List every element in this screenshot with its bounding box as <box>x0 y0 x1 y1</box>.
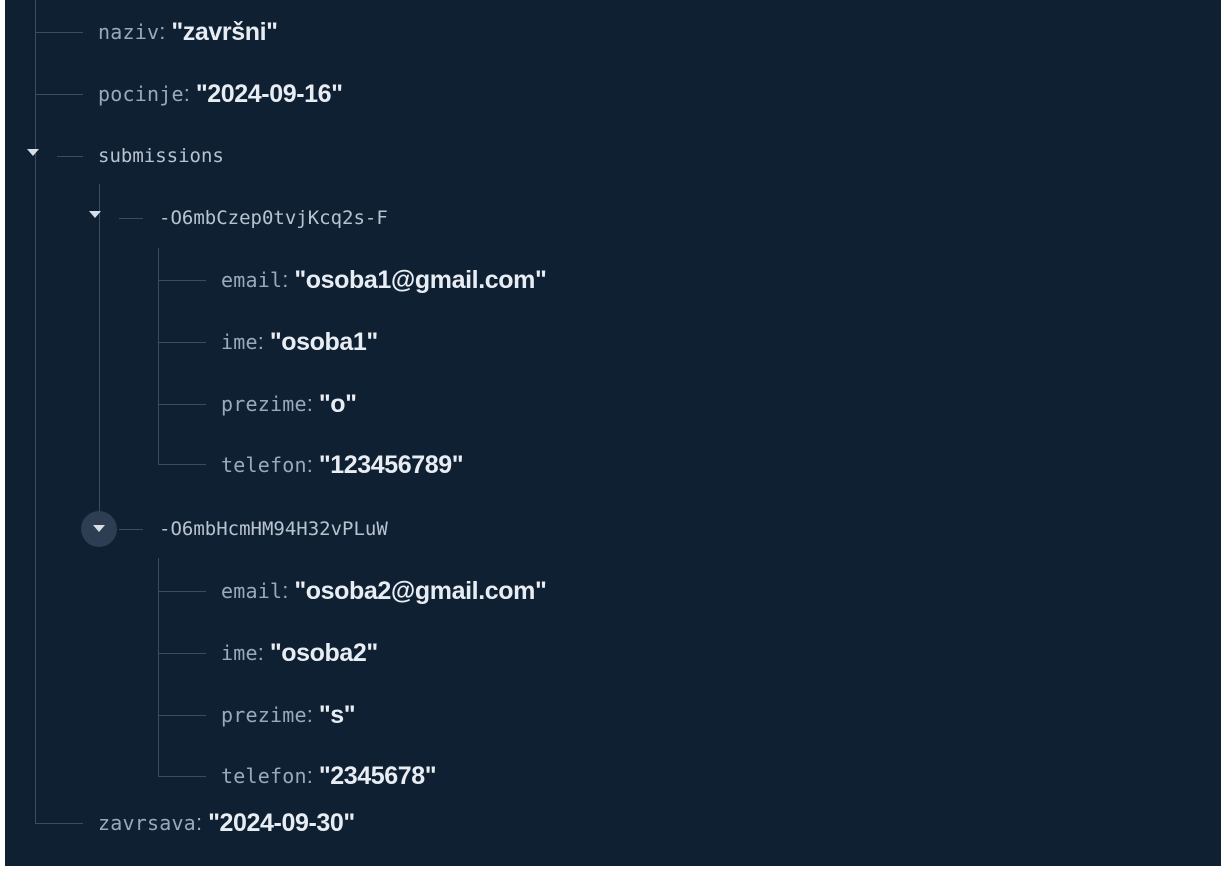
field-key: email <box>221 268 283 292</box>
caret-down-icon <box>93 525 105 532</box>
field-value[interactable]: "osoba2" <box>270 639 378 668</box>
field-key: pocinje <box>98 82 184 106</box>
database-tree-panel: naziv: "završni" pocinje: "2024-09-16" sub… <box>5 0 1221 866</box>
field-value[interactable]: "2024-09-16" <box>196 80 343 109</box>
tree-line-pocinje <box>35 94 83 95</box>
field-value[interactable]: "2345678" <box>319 762 437 791</box>
field-value[interactable]: "2024-09-30" <box>208 809 355 838</box>
field-key: ime <box>221 330 258 354</box>
field-row-telefon[interactable]: telefon: "123456789" <box>221 445 464 485</box>
field-row-email[interactable]: email: "osoba2@gmail.com" <box>221 571 547 611</box>
node-row-submissions[interactable]: submissions <box>98 136 224 176</box>
node-row-submission[interactable]: -O6mbCzep0tvjKcq2s-F <box>159 198 388 238</box>
tree-line-item1-ime <box>158 342 206 343</box>
field-key: telefon <box>221 764 307 788</box>
field-value[interactable]: "osoba1" <box>270 328 378 357</box>
field-row-prezime[interactable]: prezime: "o" <box>221 384 357 424</box>
submissions-expand-toggle[interactable] <box>15 135 51 171</box>
field-row-pocinje[interactable]: pocinje: "2024-09-16" <box>98 74 343 114</box>
tree-line-item1 <box>119 218 143 219</box>
tree-line-item1-prezime <box>158 404 206 405</box>
field-key: ime <box>221 641 258 665</box>
field-key: zavrsava <box>98 811 196 835</box>
node-row-submission[interactable]: -O6mbHcmHM94H32vPLuW <box>159 509 388 549</box>
field-row-telefon[interactable]: telefon: "2345678" <box>221 756 437 796</box>
tree-line-zavrsava <box>35 823 83 824</box>
field-value[interactable]: "osoba2@gmail.com" <box>294 577 546 606</box>
tree-line-item1-email <box>158 280 206 281</box>
caret-down-icon <box>89 211 101 218</box>
item2-expand-toggle[interactable] <box>81 511 117 547</box>
item1-expand-toggle[interactable] <box>77 197 113 233</box>
caret-down-icon <box>27 149 39 156</box>
field-key: email <box>221 579 283 603</box>
field-row-email[interactable]: email: "osoba1@gmail.com" <box>221 260 547 300</box>
tree-line-root <box>35 0 36 823</box>
field-row-naziv[interactable]: naziv: "završni" <box>98 12 278 52</box>
tree-line-item2-telefon <box>158 776 206 777</box>
tree-line-submissions-children <box>99 184 100 518</box>
field-row-ime[interactable]: ime: "osoba1" <box>221 322 378 362</box>
field-value[interactable]: "o" <box>319 390 357 419</box>
node-key: submissions <box>98 145 224 167</box>
tree-line-item2-ime <box>158 653 206 654</box>
field-value[interactable]: "123456789" <box>319 451 464 480</box>
field-value[interactable]: "završni" <box>171 18 278 47</box>
field-key: prezime <box>221 703 307 727</box>
tree-line-item1-telefon <box>158 464 206 465</box>
tree-line-naziv <box>35 32 83 33</box>
tree-line-item2-prezime <box>158 715 206 716</box>
field-value[interactable]: "s" <box>319 701 356 730</box>
tree-line-submissions <box>57 156 83 157</box>
field-row-prezime[interactable]: prezime: "s" <box>221 695 356 735</box>
node-key: -O6mbCzep0tvjKcq2s-F <box>159 207 388 229</box>
field-key: telefon <box>221 453 307 477</box>
field-value[interactable]: "osoba1@gmail.com" <box>294 266 546 295</box>
tree-line-item2 <box>119 529 143 530</box>
tree-line-item2-email <box>158 591 206 592</box>
node-key: -O6mbHcmHM94H32vPLuW <box>159 518 388 540</box>
field-key: naziv <box>98 20 160 44</box>
field-row-ime[interactable]: ime: "osoba2" <box>221 633 378 673</box>
field-key: prezime <box>221 392 307 416</box>
field-row-zavrsava[interactable]: zavrsava: "2024-09-30" <box>98 803 355 843</box>
